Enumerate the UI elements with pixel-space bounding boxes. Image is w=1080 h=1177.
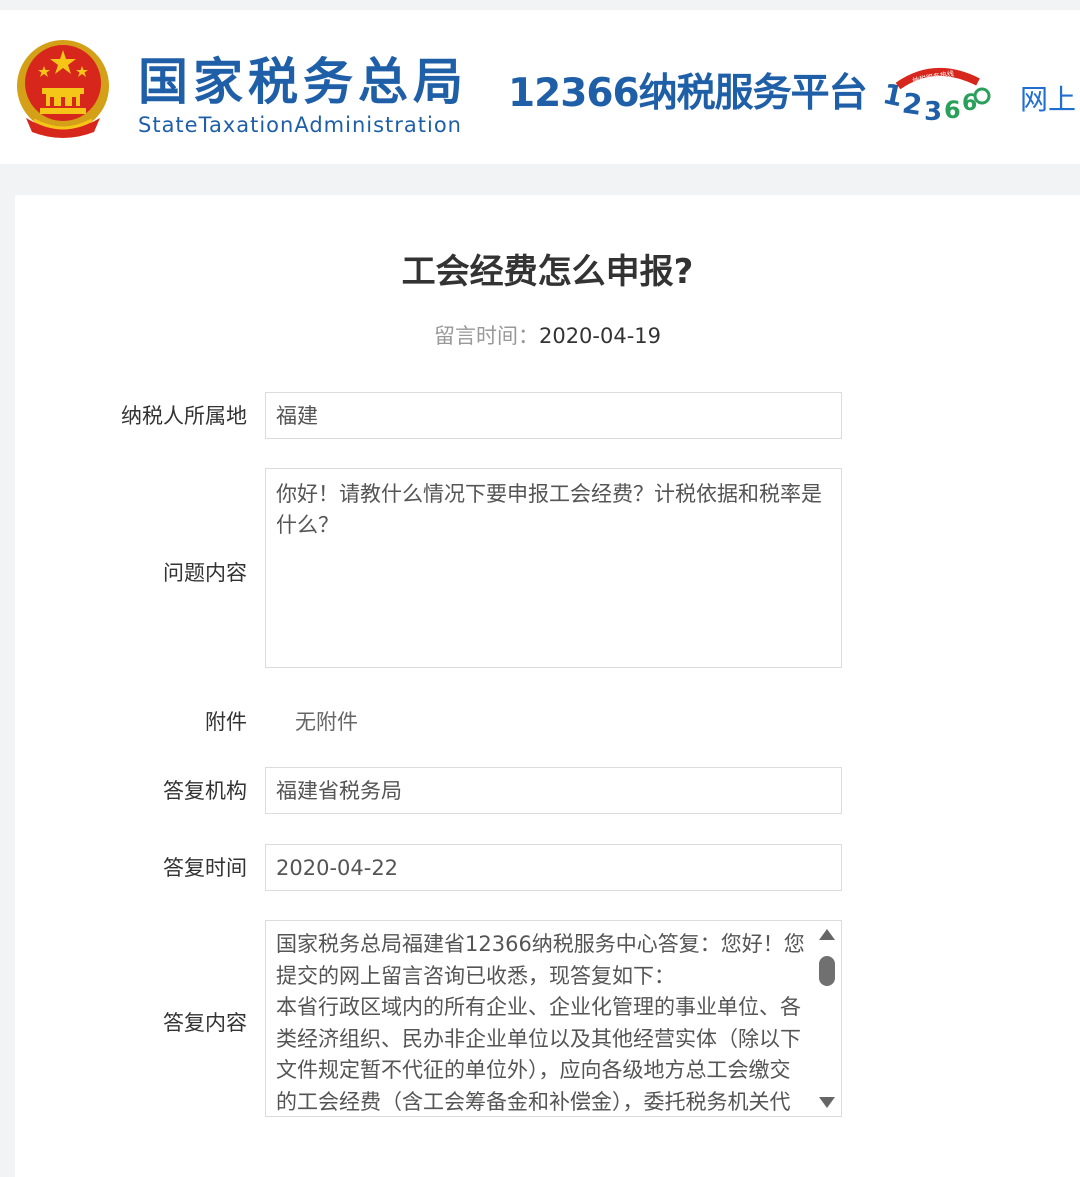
main-content: 工会经费怎么申报? 留言时间：2020-04-19 纳税人所属地 福建 问题内容…: [15, 195, 1080, 1177]
svg-text:3: 3: [924, 97, 942, 127]
national-emblem-icon: [17, 40, 109, 138]
reply-label: 答复内容: [163, 1011, 247, 1035]
brand-title-cn: 国家税务总局: [138, 53, 468, 111]
top-strip: [0, 0, 1080, 10]
message-time: 留言时间：2020-04-19: [15, 321, 1080, 351]
message-time-value: 2020-04-19: [538, 324, 662, 348]
scroll-down-icon[interactable]: [819, 1097, 835, 1108]
agency-label: 答复机构: [163, 779, 247, 803]
attachment-value: 无附件: [295, 710, 358, 734]
reply-paragraph: 国家税务总局福建省12366纳税服务中心答复：您好！您提交的网上留言咨询已收悉，…: [276, 932, 805, 988]
question-label: 问题内容: [163, 561, 247, 585]
question-field[interactable]: 你好！请教什么情况下要申报工会经费？计税依据和税率是什么？: [265, 468, 842, 668]
brand[interactable]: 国家税务总局 StateTaxationAdministration: [138, 52, 468, 138]
nav-link-online[interactable]: 网上: [1020, 78, 1076, 118]
svg-text:2: 2: [900, 87, 924, 122]
reply-paragraph: 本省行政区域内的所有企业、企业化管理的事业单位、各类经济组织、民办非企业单位以及…: [276, 995, 801, 1114]
reply-content-field[interactable]: 国家税务总局福建省12366纳税服务中心答复：您好！您提交的网上留言咨询已收悉，…: [265, 920, 842, 1117]
site-header: 国家税务总局 StateTaxationAdministration 12366…: [0, 10, 1080, 164]
scroll-up-icon[interactable]: [819, 929, 835, 940]
brand-title-en: StateTaxationAdministration: [138, 113, 462, 137]
reply-time-label: 答复时间: [163, 856, 247, 880]
reply-scrollbar[interactable]: [813, 921, 841, 1116]
region-label: 纳税人所属地: [121, 404, 247, 428]
scroll-thumb[interactable]: [819, 956, 835, 986]
message-time-label: 留言时间：: [433, 324, 539, 348]
region-field[interactable]: 福建: [265, 392, 842, 439]
attachment-label: 附件: [205, 710, 247, 734]
reply-time-field[interactable]: 2020-04-22: [265, 844, 842, 891]
agency-field[interactable]: 福建省税务局: [265, 767, 842, 814]
platform-title: 12366纳税服务平台: [508, 71, 868, 116]
reply-text: 国家税务总局福建省12366纳税服务中心答复：您好！您提交的网上留言咨询已收悉，…: [276, 929, 806, 1116]
svg-text:6: 6: [944, 96, 961, 124]
page-title: 工会经费怎么申报?: [401, 252, 694, 292]
12366-logo-icon: 纳税服务热线 1 2 3 6 6: [880, 68, 991, 127]
